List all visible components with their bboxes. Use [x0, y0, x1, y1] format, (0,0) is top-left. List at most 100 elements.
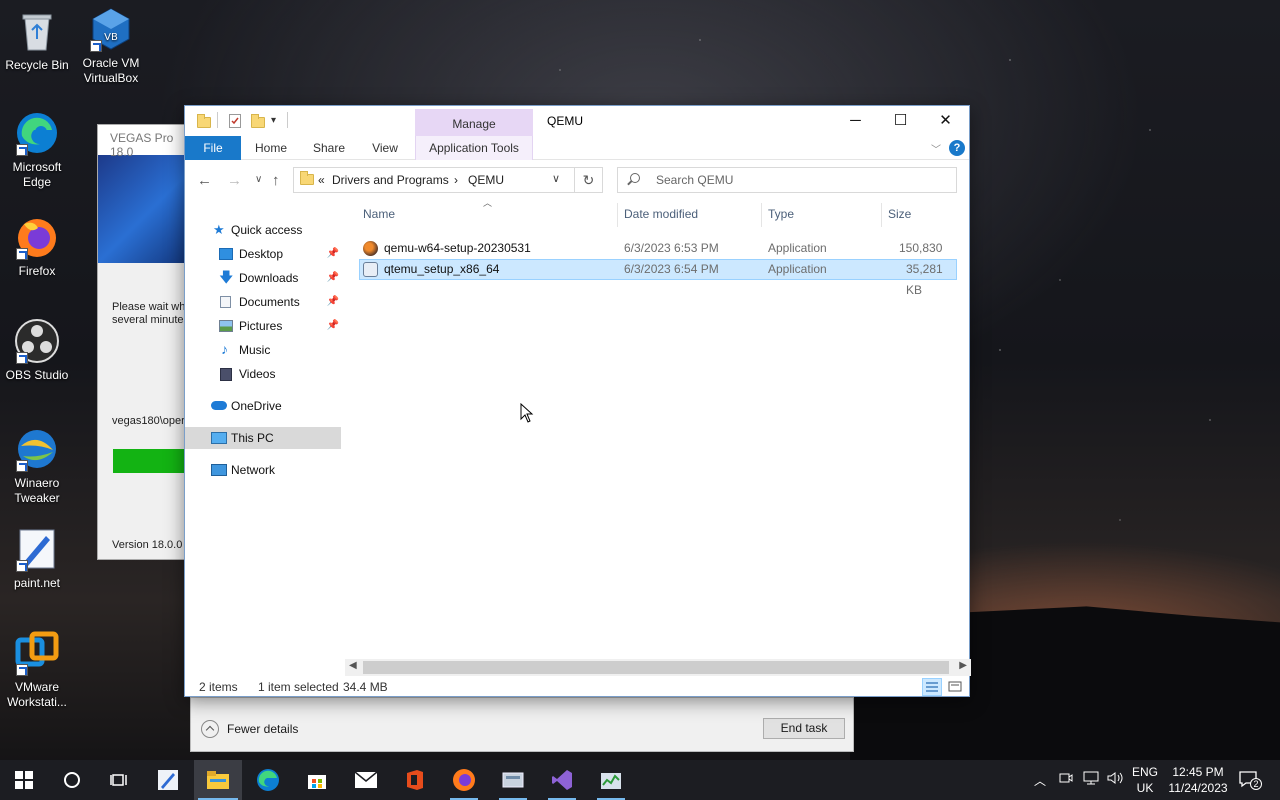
desktop-icon-recycle-bin[interactable]: Recycle Bin [0, 8, 76, 73]
tab-file[interactable]: File [185, 136, 241, 160]
file-explorer-window[interactable]: ▾ Manage QEMU ─ ☐ ✕ File Home Share View… [184, 105, 971, 697]
help-icon[interactable]: ? [949, 140, 965, 156]
column-divider[interactable] [617, 203, 618, 227]
fewer-details-button[interactable]: Fewer details [201, 720, 298, 738]
expand-ribbon-icon[interactable]: ﹀ [931, 141, 941, 156]
nav-network[interactable]: Network [185, 459, 341, 481]
maximize-button[interactable]: ☐ [878, 106, 923, 136]
forward-arrow-icon[interactable]: → [227, 172, 242, 189]
taskbar-vegas-installer[interactable] [489, 760, 537, 800]
desktop-icon-edge[interactable]: Microsoft Edge [0, 110, 76, 190]
desktop-icon-paintnet[interactable]: paint.net [0, 526, 76, 591]
column-divider[interactable] [761, 203, 762, 227]
file-row[interactable]: qemu-w64-setup-20230531 6/3/2023 6:53 PM… [359, 238, 957, 276]
desktop-icon-label: Microsoft Edge [12, 160, 62, 189]
divider [287, 112, 288, 128]
vegas-path-text: vegas180\oper [112, 415, 185, 427]
refresh-icon[interactable]: ↻ [574, 168, 602, 192]
paintnet-icon [14, 526, 60, 572]
taskbar-paintnet[interactable] [144, 760, 192, 800]
tab-view[interactable]: View [361, 136, 409, 160]
desktop-icon-obs[interactable]: OBS Studio [0, 318, 76, 383]
scroll-right-icon[interactable]: ▶ [959, 660, 967, 671]
folder-icon [197, 114, 211, 130]
desktop-icon-winaero[interactable]: Winaero Tweaker [0, 426, 76, 506]
nav-documents[interactable]: Documents 📌 [185, 291, 341, 313]
nav-downloads[interactable]: 🡇 Downloads 📌 [185, 267, 341, 289]
nav-label: This PC [231, 431, 274, 445]
large-icons-view-icon[interactable] [945, 678, 965, 696]
clock[interactable]: 12:45 PM 11/24/2023 [1160, 764, 1236, 796]
column-header-date-modified[interactable]: Date modified [624, 207, 698, 221]
pin-icon: 📌 [326, 296, 339, 307]
address-overflow[interactable]: « [318, 173, 325, 187]
shortcut-arrow-icon [16, 352, 28, 364]
task-view-button[interactable] [96, 760, 144, 800]
column-divider[interactable] [881, 203, 882, 227]
close-button[interactable]: ✕ [923, 106, 968, 136]
shortcut-arrow-icon [16, 144, 28, 156]
new-folder-icon[interactable] [251, 114, 265, 130]
start-button[interactable] [0, 760, 48, 800]
properties-icon[interactable] [229, 114, 241, 128]
search-button[interactable] [48, 760, 96, 800]
file-row-selected[interactable]: qtemu_setup_x86_64 6/3/2023 6:54 PM Appl… [359, 259, 957, 297]
vmware-icon [14, 630, 60, 676]
show-hidden-icons[interactable]: ︿ [1034, 772, 1046, 800]
tab-home[interactable]: Home [247, 136, 295, 160]
action-center-button[interactable]: 2 [1238, 770, 1262, 790]
end-task-button[interactable]: End task [763, 718, 845, 739]
address-dropdown-icon[interactable]: ∨ [552, 172, 560, 185]
tab-application-tools[interactable]: Application Tools [415, 136, 533, 160]
back-arrow-icon[interactable]: ← [197, 172, 212, 189]
customize-toolbar-icon[interactable]: ▾ [271, 115, 276, 131]
nav-pictures[interactable]: Pictures 📌 [185, 315, 341, 337]
tab-share[interactable]: Share [305, 136, 353, 160]
details-view-icon[interactable] [922, 678, 942, 696]
notification-count-badge: 2 [1250, 778, 1262, 790]
breadcrumb-qemu[interactable]: QEMU [468, 173, 504, 187]
taskbar-task-manager[interactable] [587, 760, 635, 800]
column-header-name[interactable]: Name [363, 207, 395, 221]
nav-quick-access[interactable]: ★ Quick access [185, 219, 341, 241]
volume-icon[interactable] [1106, 770, 1124, 800]
input-language-indicator[interactable]: ENG UK [1128, 764, 1162, 796]
taskbar-file-explorer[interactable] [194, 760, 242, 800]
nav-music[interactable]: ♪ Music [185, 339, 341, 361]
videos-icon [220, 368, 232, 381]
address-bar[interactable]: « Drivers and Programs › QEMU ∨ ↻ [293, 167, 603, 193]
title-bar[interactable]: ▾ Manage QEMU ─ ☐ ✕ [185, 106, 969, 136]
taskbar-mail[interactable] [342, 760, 390, 800]
up-arrow-icon[interactable]: ↑ [272, 172, 280, 189]
desktop-icon-virtualbox[interactable]: VB Oracle VM VirtualBox [72, 6, 150, 86]
nav-label: Desktop [239, 247, 284, 261]
taskbar-office[interactable] [391, 760, 439, 800]
network-icon[interactable] [1082, 770, 1100, 800]
scroll-left-icon[interactable]: ◀ [349, 660, 357, 671]
taskbar-visual-studio[interactable] [538, 760, 586, 800]
nav-desktop[interactable]: Desktop 📌 [185, 243, 341, 265]
tab-manage[interactable]: Manage [415, 109, 533, 136]
recent-locations-icon[interactable]: ∨ [255, 174, 262, 185]
nav-videos[interactable]: Videos [185, 363, 341, 385]
column-header-size[interactable]: Size [888, 207, 911, 221]
breadcrumb-drivers-and-programs[interactable]: Drivers and Programs [332, 173, 449, 187]
meet-now-icon[interactable] [1058, 770, 1074, 800]
taskbar-store[interactable] [293, 760, 341, 800]
desktop-icon-firefox[interactable]: Firefox [0, 214, 76, 279]
taskbar-edge[interactable] [244, 760, 292, 800]
task-manager-window[interactable]: Fewer details End task [190, 697, 854, 752]
nav-label: Pictures [239, 319, 283, 333]
desktop-icon-vmware[interactable]: VMware Workstati... [0, 630, 76, 710]
nav-onedrive[interactable]: OneDrive [185, 395, 341, 417]
nav-this-pc[interactable]: This PC [185, 427, 341, 449]
breadcrumb-separator[interactable]: › [454, 173, 458, 187]
minimize-button[interactable]: ─ [833, 106, 878, 136]
search-box[interactable]: Search QEMU [617, 167, 957, 193]
column-header-type[interactable]: Type [768, 207, 794, 221]
taskbar-firefox[interactable] [440, 760, 488, 800]
scroll-thumb[interactable] [363, 661, 949, 674]
clock-time: 12:45 PM [1172, 765, 1224, 779]
visual-studio-icon [552, 770, 572, 790]
horizontal-scrollbar[interactable]: ◀ ▶ [345, 659, 971, 676]
